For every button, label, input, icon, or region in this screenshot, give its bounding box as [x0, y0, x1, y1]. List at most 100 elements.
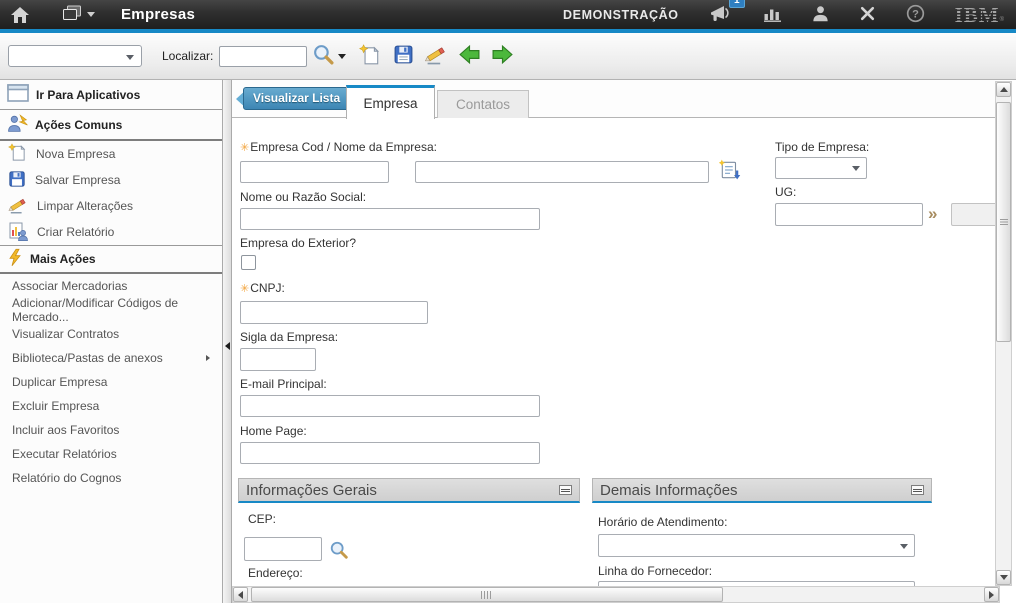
reports-button[interactable] — [763, 3, 782, 27]
visualizar-lista-button[interactable]: Visualizar Lista — [236, 87, 350, 110]
sigla-input[interactable] — [240, 348, 316, 371]
help-button[interactable]: ? — [906, 3, 925, 27]
sidebar-item-relatorio-cognos[interactable]: Relatório do Cognos — [0, 466, 222, 490]
scroll-down-button[interactable] — [996, 570, 1011, 585]
scroll-left-button[interactable] — [233, 587, 248, 602]
chevron-down-icon — [87, 12, 95, 17]
chevron-down-icon — [126, 55, 134, 60]
horizontal-scrollbar[interactable] — [232, 586, 1000, 603]
sidebar-item-criar-relatorio[interactable]: Criar Relatório — [0, 219, 222, 245]
close-session-button[interactable] — [859, 3, 876, 27]
arrow-left-icon — [458, 44, 481, 68]
localizar-input[interactable] — [219, 46, 307, 67]
window-icon — [7, 84, 29, 105]
announcements-button[interactable]: 1 — [709, 3, 733, 27]
search-button[interactable] — [311, 44, 335, 68]
sidebar-item-go-to-apps[interactable]: Ir Para Aplicativos — [0, 80, 222, 110]
localizar-label: Localizar: — [162, 49, 213, 63]
vertical-scrollbar[interactable] — [995, 81, 1012, 586]
nome-razao-input[interactable] — [240, 208, 540, 230]
new-button[interactable] — [358, 44, 382, 68]
sidebar-item-label: Duplicar Empresa — [12, 375, 107, 389]
cnpj-label: ✳CNPJ: — [240, 281, 285, 295]
arrow-up-icon — [1000, 87, 1008, 92]
notification-badge: 1 — [729, 0, 745, 8]
sidebar-item-limpar-alteracoes[interactable]: Limpar Alterações — [0, 193, 222, 219]
clear-button[interactable] — [424, 44, 448, 68]
vertical-scrollbar-thumb[interactable] — [996, 102, 1011, 342]
svg-text:?: ? — [912, 8, 919, 20]
ug-label: UG: — [775, 185, 796, 199]
arrow-right-icon — [989, 591, 994, 599]
help-icon: ? — [906, 4, 925, 26]
clear-changes-icon — [8, 196, 28, 217]
empresa-nome-input[interactable] — [415, 161, 709, 183]
forward-button[interactable] — [490, 44, 514, 68]
homepage-input[interactable] — [240, 442, 540, 464]
ug-expand-button[interactable]: » — [928, 206, 937, 222]
sidebar-item-nova-empresa[interactable]: Nova Empresa — [0, 141, 222, 167]
bar-chart-icon — [763, 5, 782, 25]
sidebar-item-executar-relatorios[interactable]: Executar Relatórios — [0, 442, 222, 466]
cep-input[interactable] — [244, 537, 322, 561]
sidebar-item-label: Incluir aos Favoritos — [12, 423, 119, 437]
context-combobox[interactable] — [8, 45, 142, 67]
clear-changes-icon — [424, 44, 448, 68]
section-informacoes-gerais: Informações Gerais — [238, 478, 580, 503]
required-icon: ✳ — [240, 142, 249, 154]
sidebar-item-visualizar-contratos[interactable]: Visualizar Contratos — [0, 322, 222, 346]
submenu-arrow-icon — [206, 355, 210, 361]
chevron-down-icon — [852, 166, 860, 171]
required-icon: ✳ — [240, 283, 249, 295]
scroll-right-button[interactable] — [984, 587, 999, 602]
search-icon — [329, 540, 349, 563]
homepage-label: Home Page: — [240, 424, 307, 438]
sidebar-splitter[interactable] — [222, 80, 232, 603]
save-button[interactable] — [391, 44, 415, 68]
user-profile-button[interactable] — [812, 3, 829, 27]
tipo-empresa-dropdown[interactable] — [775, 157, 867, 179]
sidebar-item-incluir-favoritos[interactable]: Incluir aos Favoritos — [0, 418, 222, 442]
sidebar-item-associar-mercadorias[interactable]: Associar Mercadorias — [0, 274, 222, 298]
horizontal-scrollbar-thumb[interactable] — [251, 587, 723, 602]
scroll-up-button[interactable] — [996, 82, 1011, 97]
tab-empresa[interactable]: Empresa — [346, 85, 435, 119]
collapse-section-icon[interactable] — [559, 485, 572, 495]
sidebar-item-label: Relatório do Cognos — [12, 471, 121, 485]
ug-input[interactable] — [775, 203, 923, 226]
empresa-cod-input[interactable] — [240, 161, 389, 183]
home-icon[interactable] — [10, 3, 30, 27]
main-content: Visualizar Lista Empresa Contatos ✳Empre… — [232, 80, 1016, 603]
cep-label: CEP: — [248, 512, 276, 526]
tab-contatos[interactable]: Contatos — [437, 90, 529, 118]
empresa-exterior-checkbox[interactable] — [241, 255, 256, 270]
common-actions-title: Ações Comuns — [35, 118, 122, 132]
sidebar-item-label: Executar Relatórios — [12, 447, 117, 461]
horario-dropdown[interactable] — [598, 534, 915, 557]
sidebar-item-adicionar-modificar-codigos[interactable]: Adicionar/Modificar Códigos de Mercado..… — [0, 298, 222, 322]
collapse-section-icon[interactable] — [911, 485, 924, 495]
email-input[interactable] — [240, 395, 540, 417]
sidebar-header-label: Ir Para Aplicativos — [36, 88, 140, 102]
sidebar-item-biblioteca-pastas-anexos[interactable]: Biblioteca/Pastas de anexos — [0, 346, 222, 370]
email-label: E-mail Principal: — [240, 377, 327, 391]
lightning-icon — [7, 248, 23, 270]
search-options-button[interactable] — [335, 44, 349, 68]
back-button[interactable] — [457, 44, 481, 68]
tab-label: Empresa — [363, 96, 417, 111]
sidebar-item-label: Nova Empresa — [36, 147, 115, 161]
select-from-list-button[interactable] — [719, 159, 741, 184]
cnpj-input[interactable] — [240, 301, 428, 324]
apps-menu-button[interactable] — [62, 3, 95, 27]
horario-label: Horário de Atendimento: — [598, 515, 727, 529]
cep-search-button[interactable] — [329, 540, 349, 563]
tab-label: Contatos — [456, 97, 510, 112]
section-title: Informações Gerais — [246, 482, 377, 499]
more-actions-title: Mais Ações — [30, 252, 96, 266]
sidebar-item-salvar-empresa[interactable]: Salvar Empresa — [0, 167, 222, 193]
collapse-sidebar-icon[interactable] — [225, 342, 230, 350]
sidebar-item-excluir-empresa[interactable]: Excluir Empresa — [0, 394, 222, 418]
search-icon — [312, 43, 335, 69]
close-icon — [859, 5, 876, 25]
sidebar-item-duplicar-empresa[interactable]: Duplicar Empresa — [0, 370, 222, 394]
